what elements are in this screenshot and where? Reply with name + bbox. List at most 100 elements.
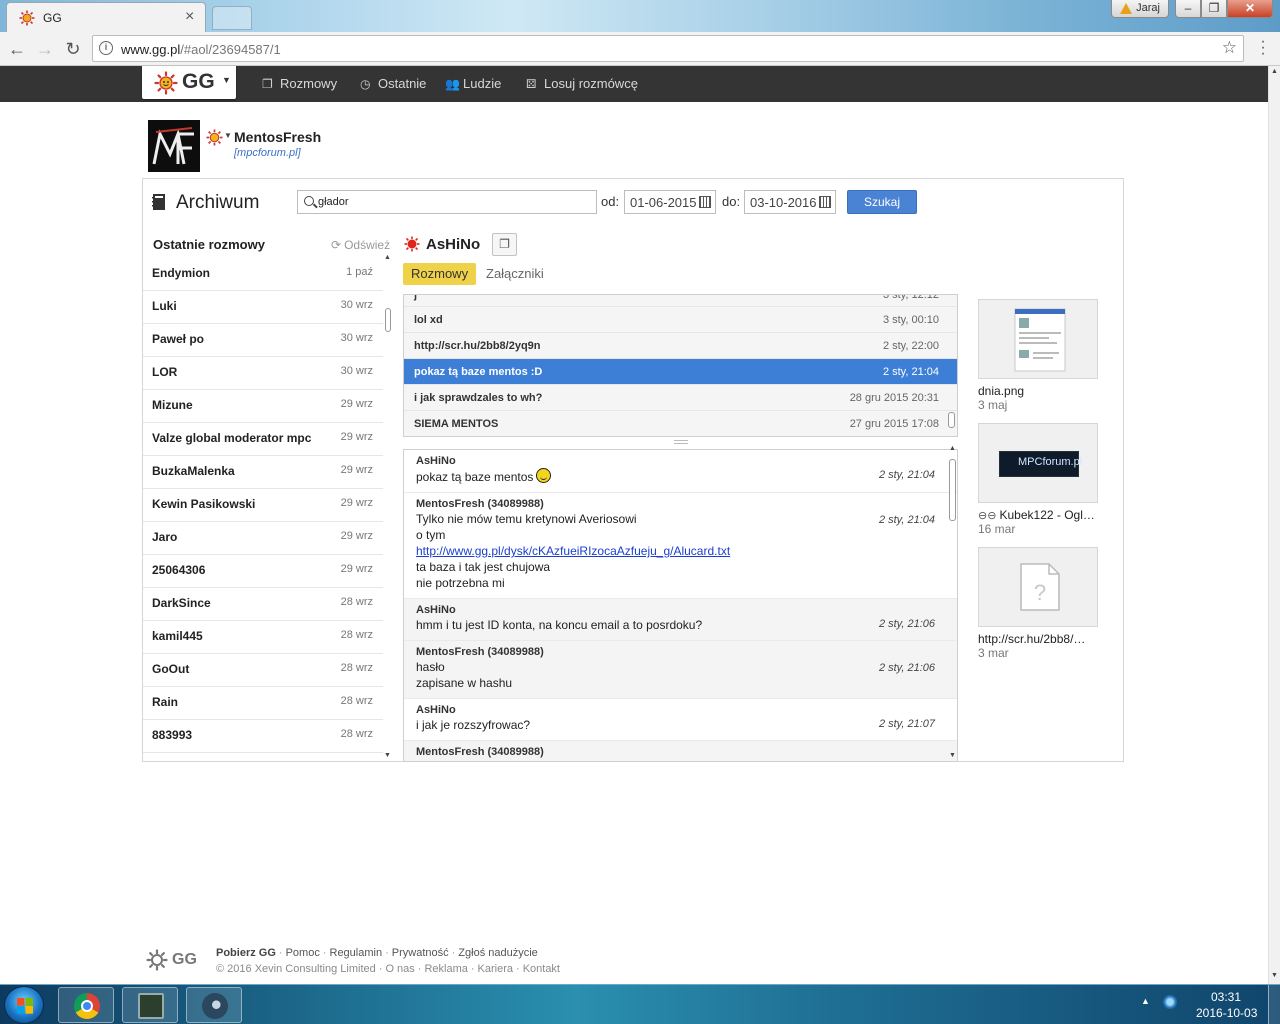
footer-link-zglos[interactable]: Zgłoś nadużycie (458, 947, 538, 959)
footer-link-o-nas[interactable]: O nas (385, 963, 414, 975)
taskbar-monitor-button[interactable] (122, 987, 178, 1023)
nav-ludzie[interactable]: 👥 Ludzie (445, 76, 501, 91)
nav-ostatnie[interactable]: ◷ Ostatnie (360, 76, 426, 91)
attachment-item[interactable]: ? http://scr.hu/2bb8/… 3 mar (978, 547, 1098, 660)
scroll-down-arrow-icon[interactable]: ▼ (1271, 972, 1278, 979)
new-tab-button[interactable] (212, 6, 252, 30)
calendar-icon[interactable] (699, 196, 711, 208)
list-item[interactable]: kamil445 28 wrz (143, 621, 383, 654)
attachment-name[interactable]: ⊖⊖ Kubek122 - Ogl… (978, 508, 1102, 522)
scroll-up-arrow-icon[interactable]: ▲ (384, 254, 391, 261)
attachment-name[interactable]: dnia.png (978, 384, 1102, 398)
status-sun-icon[interactable] (206, 129, 223, 146)
to-date-field[interactable] (744, 190, 836, 214)
list-item[interactable]: Rain 28 wrz (143, 687, 383, 720)
attachment-item[interactable]: dnia.png 3 maj (978, 299, 1098, 412)
taskbar-chrome-button[interactable] (58, 987, 114, 1023)
refresh-button[interactable]: ⟳ Odśwież (331, 238, 390, 252)
gg-logo-menu-button[interactable]: GG ▼ (142, 66, 236, 99)
start-button[interactable] (4, 986, 44, 1024)
list-item[interactable]: 25064306 29 wrz (143, 555, 383, 588)
list-item[interactable]: Jaro 29 wrz (143, 522, 383, 555)
conversation-row[interactable]: http://scr.hu/2bb8/2yq9n 2 sty, 22:00 (404, 333, 957, 359)
tab-zalaczniki[interactable]: Załączniki (478, 263, 552, 285)
info-icon[interactable]: i (99, 41, 113, 55)
list-item[interactable]: LOR 30 wrz (143, 357, 383, 390)
list-item[interactable]: Paweł po 30 wrz (143, 324, 383, 357)
scroll-down-arrow-icon[interactable]: ▼ (384, 752, 391, 759)
nav-rozmowy[interactable]: ❐ Rozmowy (262, 76, 337, 91)
message-link[interactable]: http://www.gg.pl/dysk/cKAzfueiRIzocaAzfu… (416, 544, 730, 558)
tray-expand-icon[interactable]: ▲ (1141, 996, 1150, 1006)
scroll-up-arrow-icon[interactable]: ▲ (949, 445, 956, 452)
message-list-scrollbar[interactable]: ▲ ▼ (948, 445, 958, 762)
calendar-icon[interactable] (819, 196, 831, 208)
tab-close-icon[interactable]: × (185, 8, 194, 26)
window-minimize-button[interactable]: – (1175, 0, 1201, 18)
open-chat-button[interactable]: ❐ (492, 233, 517, 256)
profile-description[interactable]: [mpcforum.pl] (234, 147, 301, 159)
attachment-item[interactable]: MPCforum.pl ⊖⊖ Kubek122 - Ogl… 16 mar (978, 423, 1098, 536)
avatar[interactable] (148, 120, 200, 172)
show-desktop-button[interactable] (1268, 985, 1280, 1024)
list-item[interactable]: DarkSince 28 wrz (143, 588, 383, 621)
to-date-label: do: (722, 194, 741, 209)
address-bar[interactable]: i www.gg.pl/#aol/23694587/1 ☆ (92, 35, 1244, 62)
scroll-up-arrow-icon[interactable]: ▲ (1271, 68, 1278, 75)
list-item[interactable]: Luki 30 wrz (143, 291, 383, 324)
tab-rozmowy[interactable]: Rozmowy (403, 263, 477, 285)
list-item[interactable]: GoOut 28 wrz (143, 654, 383, 687)
pane-splitter-handle[interactable] (674, 440, 688, 444)
footer-link-pomoc[interactable]: Pomoc (286, 947, 320, 959)
list-item[interactable]: Mizune 29 wrz (143, 390, 383, 423)
footer-link-regulamin[interactable]: Regulamin (330, 947, 383, 959)
clock-date[interactable]: 2016-10-03 (1196, 1006, 1257, 1020)
list-item[interactable]: Endymion 1 paź (143, 258, 383, 291)
conversation-row[interactable]: lol xd 3 sty, 00:10 (404, 307, 957, 333)
archive-search-input[interactable] (318, 194, 588, 210)
last-message-date: 30 wrz (340, 365, 373, 377)
from-date-input[interactable] (630, 194, 702, 210)
scrollbar-thumb[interactable] (949, 459, 956, 521)
scrollbar-thumb[interactable] (385, 308, 391, 332)
footer-link-kontakt[interactable]: Kontakt (523, 963, 560, 975)
clock-time[interactable]: 03:31 (1211, 990, 1241, 1004)
from-date-field[interactable] (624, 190, 716, 214)
scroll-down-arrow-icon[interactable]: ▼ (949, 752, 956, 759)
footer-link-prywatnosc[interactable]: Prywatność (392, 947, 449, 959)
conversation-row[interactable]: i jak sprawdzales to wh? 28 gru 2015 20:3… (404, 385, 957, 411)
footer-link-pobierz[interactable]: Pobierz GG (216, 947, 276, 959)
reload-icon[interactable]: ↻ (62, 38, 84, 60)
list-item[interactable]: Valze global moderator mpc 29 wrz (143, 423, 383, 456)
browser-tab-gg[interactable]: GG × (6, 2, 206, 32)
attachment-thumbnail[interactable]: ? (978, 547, 1098, 627)
conversation-row[interactable]: pokaz tą baze mentos :D 2 sty, 21:04 (404, 359, 957, 385)
footer-link-reklama[interactable]: Reklama (424, 963, 467, 975)
network-icon[interactable] (1163, 995, 1177, 1009)
attachment-thumbnail[interactable] (978, 299, 1098, 379)
browser-menu-icon[interactable]: · · · (1255, 34, 1271, 62)
conversation-row[interactable]: j 3 sty, 12:12 (404, 295, 957, 307)
footer-link-kariera[interactable]: Kariera (478, 963, 513, 975)
list-item[interactable]: Kewin Pasikowski 29 wrz (143, 489, 383, 522)
conversation-list-scrollbar[interactable] (948, 412, 955, 428)
attachment-name[interactable]: http://scr.hu/2bb8/… (978, 632, 1102, 646)
page-scrollbar[interactable]: ▲ ▼ (1268, 66, 1280, 984)
search-button[interactable]: Szukaj (847, 190, 917, 214)
bookmark-star-icon[interactable]: ☆ (1222, 38, 1237, 58)
taskbar-steam-button[interactable] (186, 987, 242, 1023)
forward-arrow-icon[interactable]: → (34, 38, 56, 60)
nav-losuj-rozmowce[interactable]: ⚄ Losuj rozmówcę (526, 76, 638, 91)
browser-profile-button[interactable]: Jaraj (1111, 0, 1169, 18)
window-restore-button[interactable]: ❐ (1201, 0, 1227, 18)
list-item[interactable]: BuzkaMalenka 29 wrz (143, 456, 383, 489)
window-close-button[interactable]: ✕ (1227, 0, 1273, 18)
status-chevron-down-icon[interactable]: ▼ (224, 131, 232, 140)
back-arrow-icon[interactable]: ← (6, 38, 28, 60)
conversation-row[interactable]: SIEMA MENTOS 27 gru 2015 17:08 (404, 411, 957, 436)
list-item[interactable]: 883993 28 wrz (143, 720, 383, 753)
attachment-thumbnail[interactable]: MPCforum.pl (978, 423, 1098, 503)
to-date-input[interactable] (750, 194, 822, 210)
archive-search-field[interactable] (297, 190, 597, 214)
recent-list-scrollbar[interactable]: ▲ ▼ (383, 254, 392, 762)
